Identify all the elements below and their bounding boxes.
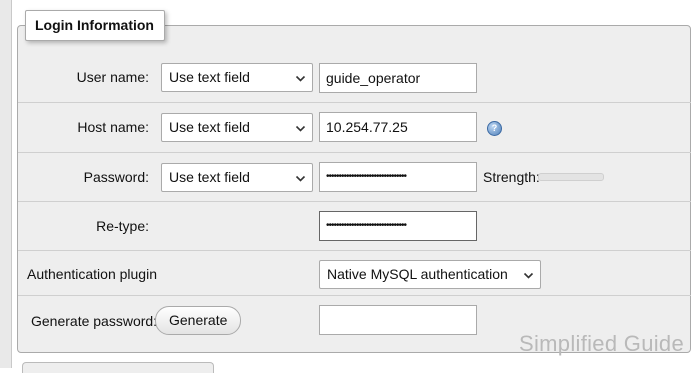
left-panel-edge: [0, 0, 12, 368]
strength-meter: [538, 173, 604, 181]
hostname-input[interactable]: 10.254.77.25: [319, 112, 477, 142]
auth-plugin-value: Native MySQL authentication: [327, 266, 508, 282]
retype-label: Re-type:: [96, 218, 149, 234]
password-type-value: Use text field: [169, 169, 250, 185]
hostname-label: Host name:: [77, 119, 149, 135]
row-divider: [18, 250, 691, 251]
auth-plugin-select[interactable]: Native MySQL authentication: [319, 260, 541, 289]
username-type-value: Use text field: [169, 69, 250, 85]
retype-password-input[interactable]: ••••••••••••••••••••••••••••••••: [319, 211, 477, 241]
password-input[interactable]: ••••••••••••••••••••••••••••••••: [319, 162, 477, 192]
row-divider: [18, 201, 691, 202]
chevron-down-icon: [523, 272, 534, 279]
row-divider: [18, 152, 691, 153]
help-icon[interactable]: ?: [487, 121, 502, 136]
strength-label: Strength:: [483, 169, 540, 185]
hostname-type-value: Use text field: [169, 119, 250, 135]
fieldset-legend: Login Information: [25, 10, 165, 41]
chevron-down-icon: [295, 75, 306, 82]
auth-plugin-label: Authentication plugin: [27, 266, 157, 282]
chevron-down-icon: [295, 175, 306, 182]
username-label: User name:: [76, 69, 149, 85]
generate-password-label: Generate password:: [31, 313, 158, 329]
password-type-select[interactable]: Use text field: [161, 163, 313, 192]
username-input[interactable]: guide_operator: [319, 63, 477, 93]
username-type-select[interactable]: Use text field: [161, 63, 313, 92]
password-label: Password:: [83, 169, 149, 185]
row-divider: [18, 295, 691, 296]
hostname-type-select[interactable]: Use text field: [161, 113, 313, 142]
row-divider: [18, 102, 691, 103]
generated-password-field[interactable]: [319, 305, 477, 335]
watermark-text: Simplified Guide: [519, 331, 684, 356]
chevron-down-icon: [295, 125, 306, 132]
generate-button[interactable]: Generate: [155, 306, 242, 335]
